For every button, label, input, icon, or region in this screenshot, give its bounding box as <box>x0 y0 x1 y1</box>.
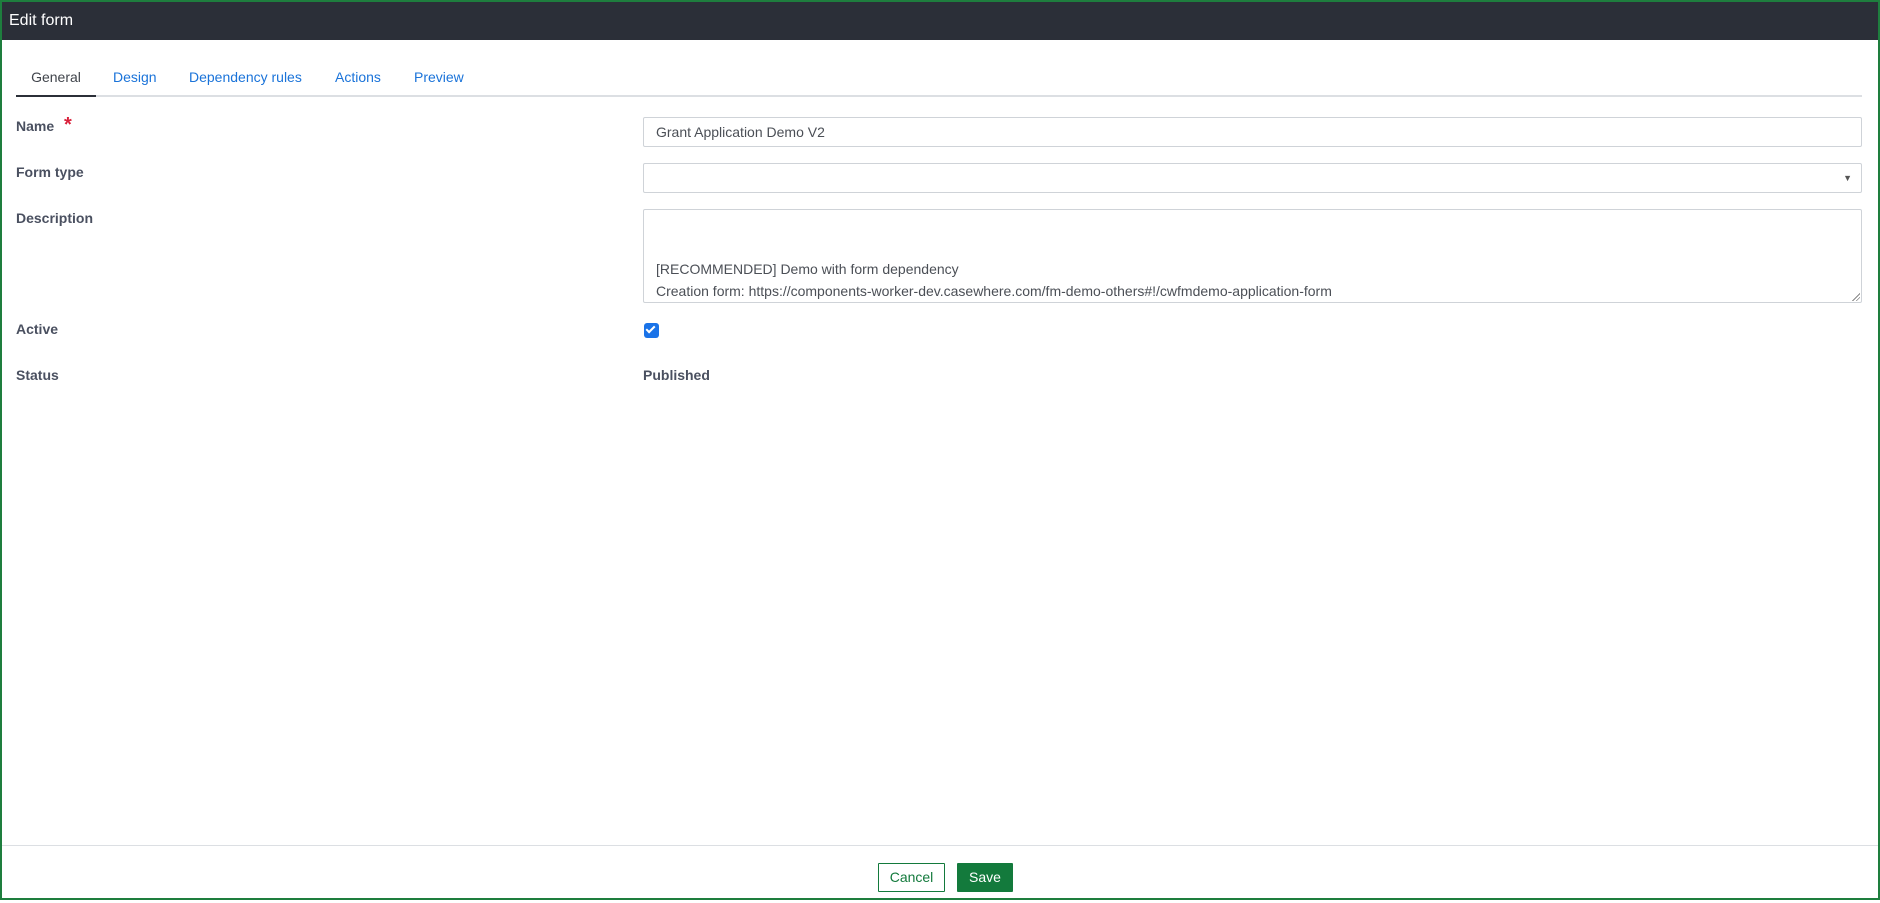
active-label: Active <box>16 321 59 337</box>
form-type-select[interactable]: ▼ <box>643 163 1862 193</box>
cancel-button[interactable]: Cancel <box>878 863 945 892</box>
status-value: Published <box>643 367 710 383</box>
check-icon <box>645 323 656 334</box>
tab-bar: General Design Dependency rules Actions … <box>16 59 1862 97</box>
dialog-title: Edit form <box>2 2 1878 40</box>
name-label-row: Name * <box>16 114 72 136</box>
tab-actions[interactable]: Actions <box>335 59 381 97</box>
description-textarea[interactable]: [RECOMMENDED] Demo with form dependency … <box>643 209 1862 303</box>
chevron-down-icon: ▼ <box>1843 173 1852 183</box>
description-label: Description <box>16 210 94 226</box>
name-input[interactable]: Grant Application Demo V2 <box>643 117 1862 147</box>
edit-form-dialog: Edit form General Design Dependency rule… <box>0 0 1880 900</box>
status-label: Status <box>16 367 59 383</box>
name-label: Name <box>16 118 55 134</box>
required-icon: * <box>64 114 72 136</box>
save-button[interactable]: Save <box>957 863 1013 892</box>
description-text: [RECOMMENDED] Demo with form dependency … <box>656 261 1332 299</box>
form-type-label: Form type <box>16 164 84 180</box>
tab-preview[interactable]: Preview <box>414 59 464 97</box>
tab-design[interactable]: Design <box>113 59 157 97</box>
active-checkbox[interactable] <box>644 323 659 338</box>
footer-divider <box>2 845 1878 846</box>
tab-dependency-rules[interactable]: Dependency rules <box>189 59 302 97</box>
tab-general[interactable]: General <box>16 59 96 97</box>
resize-handle-icon[interactable] <box>1851 292 1860 301</box>
